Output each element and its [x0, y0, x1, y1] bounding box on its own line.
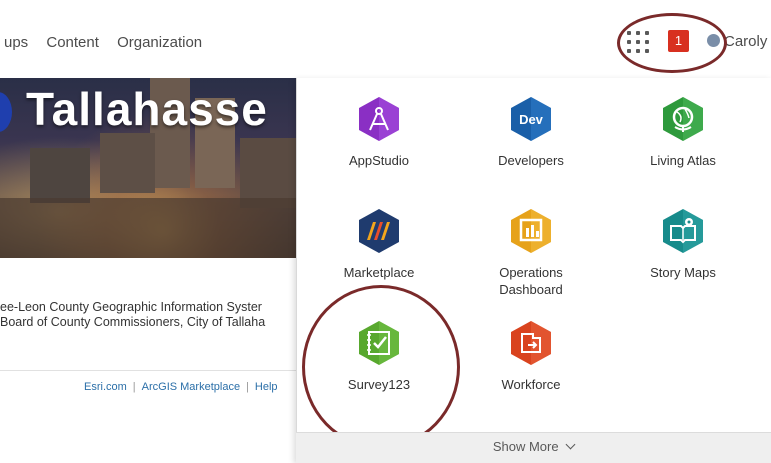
- operations-dashboard-icon: [509, 208, 553, 254]
- nav-item-groups[interactable]: ups: [4, 34, 28, 51]
- app-tile-story-maps[interactable]: Story Maps: [608, 208, 758, 281]
- app-label: Workforce: [501, 377, 561, 392]
- footer-link-marketplace[interactable]: ArcGIS Marketplace: [142, 381, 240, 393]
- logo-mark: [0, 92, 12, 132]
- story-maps-icon: [661, 208, 705, 254]
- user-menu[interactable]: Caroly: [707, 33, 767, 50]
- developers-icon: Dev: [509, 96, 553, 142]
- banner-image: Tallahasse: [0, 78, 296, 258]
- living-atlas-icon: [661, 96, 705, 142]
- banner-spacer: [0, 258, 296, 298]
- app-label: Survey123: [347, 377, 411, 392]
- credit-line-2: Board of County Commissioners, City of T…: [0, 315, 266, 329]
- app-tile-survey123[interactable]: Survey123: [304, 320, 454, 393]
- app-label: Story Maps: [650, 265, 716, 280]
- user-name: Caroly: [724, 33, 768, 50]
- nav-item-organization[interactable]: Organization: [117, 34, 202, 51]
- footer-divider: [0, 370, 296, 371]
- app-launcher-panel: AppStudio Dev Developers Living Atlas Ma…: [296, 78, 771, 462]
- main-nav: ups Content Organization: [4, 34, 216, 51]
- app-tile-developers[interactable]: Dev Developers: [456, 96, 606, 169]
- app-tile-appstudio[interactable]: AppStudio: [304, 96, 454, 169]
- app-tile-operations-dashboard[interactable]: Operations Dashboard: [456, 208, 606, 298]
- credit-text: ee-Leon County Geographic Information Sy…: [0, 300, 296, 360]
- app-label: AppStudio: [349, 153, 409, 168]
- svg-text:Dev: Dev: [519, 112, 544, 127]
- app-tile-workforce[interactable]: Workforce: [456, 320, 606, 393]
- footer-links: Esri.com | ArcGIS Marketplace | Help: [84, 381, 278, 393]
- footer-separator: |: [246, 381, 249, 393]
- credit-line-1: ee-Leon County Geographic Information Sy…: [0, 300, 262, 314]
- banner-title: Tallahasse: [26, 83, 268, 135]
- app-label: Developers: [498, 153, 564, 168]
- nav-item-content[interactable]: Content: [46, 34, 99, 51]
- footer-link-help[interactable]: Help: [255, 381, 278, 393]
- top-navigation-bar: ups Content Organization 1 Caroly: [0, 0, 771, 79]
- chevron-down-icon: [565, 439, 576, 450]
- footer-link-esri[interactable]: Esri.com: [84, 381, 127, 393]
- workforce-icon: [509, 320, 553, 366]
- app-label: Marketplace: [343, 265, 415, 280]
- app-label: Living Atlas: [650, 153, 716, 168]
- show-more-button[interactable]: Show More: [296, 432, 771, 463]
- app-tile-marketplace[interactable]: Marketplace: [304, 208, 454, 281]
- app-label: Operations Dashboard: [499, 265, 563, 297]
- show-more-label: Show More: [492, 439, 559, 454]
- notification-badge[interactable]: 1: [668, 30, 689, 52]
- footer-separator: |: [132, 381, 136, 393]
- app-launcher-grid-icon[interactable]: [627, 31, 649, 53]
- marketplace-icon: [357, 208, 401, 254]
- survey123-icon: [357, 320, 401, 366]
- app-tile-living-atlas[interactable]: Living Atlas: [608, 96, 758, 169]
- avatar: [707, 34, 720, 47]
- appstudio-icon: [357, 96, 401, 142]
